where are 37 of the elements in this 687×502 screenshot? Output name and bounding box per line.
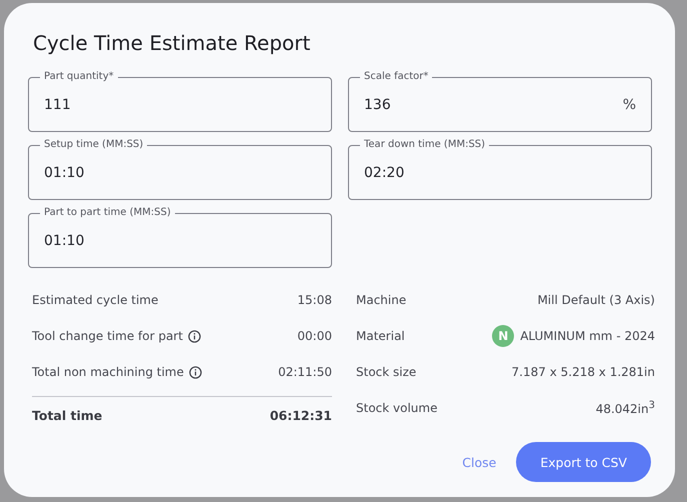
field-input[interactable]: 02:20: [364, 164, 636, 180]
detail-label: Machine: [356, 293, 406, 307]
field-input[interactable]: 111: [44, 96, 316, 112]
field-label: Part to part time (MM:SS): [43, 206, 172, 220]
stat-value: 02:11:50: [278, 365, 332, 379]
field-input[interactable]: 01:10: [44, 232, 316, 248]
stat-label: Tool change time for part: [32, 329, 183, 343]
detail-value: 7.187 x 5.218 x 1.281in: [512, 365, 655, 379]
text-field[interactable]: Part quantity* 111: [28, 70, 332, 132]
text-field[interactable]: Part to part time (MM:SS) 01:10: [28, 206, 332, 268]
field-label: Part quantity*: [43, 70, 115, 84]
detail-value: Mill Default (3 Axis): [537, 293, 655, 307]
info-icon: [188, 330, 201, 342]
detail-value: ALUMINUM mm - 2024: [520, 329, 655, 343]
total-label: Total time: [32, 408, 102, 422]
field-input[interactable]: 01:10: [44, 164, 316, 180]
dialog-title: Cycle Time Estimate Report: [33, 30, 312, 57]
text-field[interactable]: Scale factor* 136 %: [348, 70, 652, 132]
stat-label: Total non machining time: [32, 365, 184, 379]
field-label: Setup time (MM:SS): [43, 138, 144, 152]
total-value: 06:12:31: [270, 408, 332, 422]
detail-label: Stock volume: [356, 401, 438, 415]
detail-label: Stock size: [356, 365, 416, 379]
text-field[interactable]: Tear down time (MM:SS) 02:20: [348, 138, 652, 200]
info-icon: [188, 366, 202, 378]
detail-value: 48.042in$^{3}$: [596, 400, 655, 416]
field-label: Scale factor*: [363, 70, 430, 84]
stat-value: 00:00: [297, 329, 332, 343]
material-badge: N: [492, 325, 514, 347]
field-label: Tear down time (MM:SS): [363, 138, 486, 152]
unit-suffix: %: [622, 96, 636, 112]
detail-label: Material: [356, 329, 405, 343]
export-button[interactable]: Export to CSV: [516, 442, 651, 482]
stat-value: 15:08: [297, 293, 332, 307]
field-input[interactable]: 136: [364, 96, 623, 112]
stat-label: Estimated cycle time: [32, 293, 158, 307]
text-field[interactable]: Setup time (MM:SS) 01:10: [28, 138, 332, 200]
